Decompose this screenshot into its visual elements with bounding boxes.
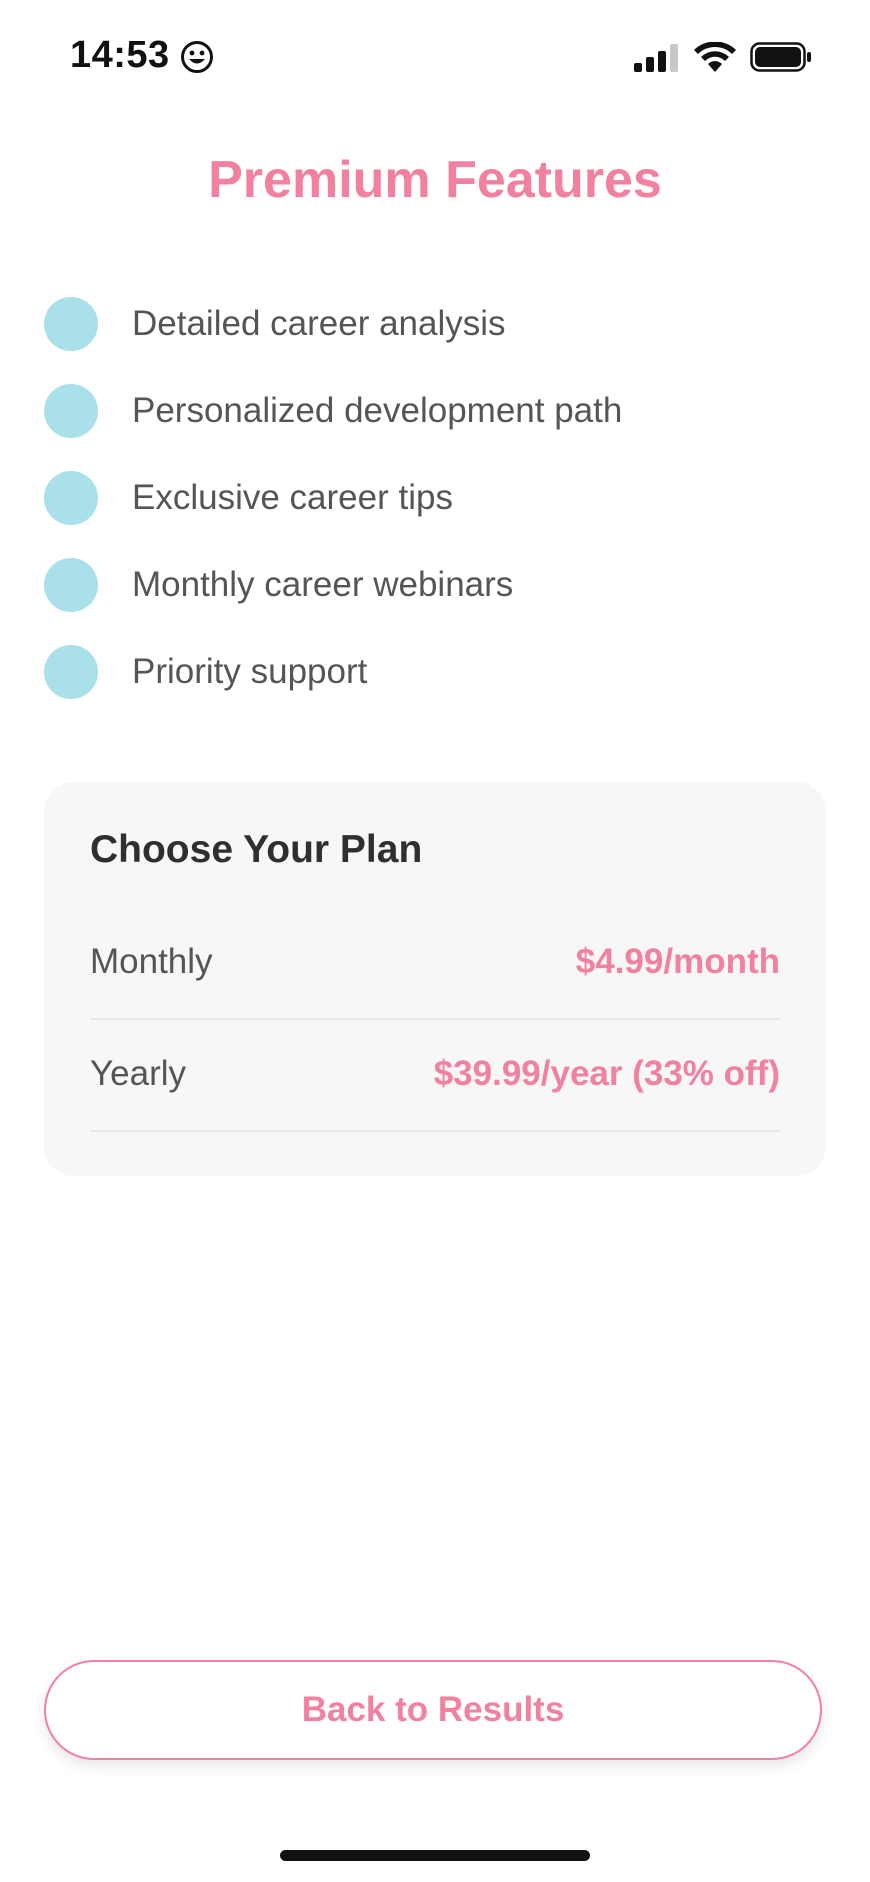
back-to-results-button[interactable]: Back to Results [44, 1660, 822, 1760]
feature-label: Priority support [132, 651, 368, 691]
cellular-signal-icon [634, 44, 678, 72]
bullet-dot-icon [44, 557, 98, 612]
bullet-dot-icon [44, 296, 98, 351]
plan-name: Yearly [90, 1054, 186, 1093]
smiling-face-icon [181, 41, 213, 73]
feature-label: Exclusive career tips [132, 477, 453, 517]
feature-item: Personalized development path [44, 367, 824, 454]
feature-item: Detailed career analysis [44, 280, 824, 367]
plan-card: Choose Your Plan Monthly $4.99/month Yea… [44, 782, 826, 1176]
page-title: Premium Features [208, 151, 662, 209]
bullet-dot-icon [44, 644, 98, 699]
home-indicator[interactable] [280, 1850, 590, 1861]
plan-name: Monthly [90, 942, 213, 981]
status-time: 14:53 [70, 34, 170, 76]
plan-option-monthly[interactable]: Monthly $4.99/month [90, 906, 780, 1020]
bullet-dot-icon [44, 383, 98, 438]
wifi-icon [694, 42, 736, 72]
feature-label: Personalized development path [132, 390, 623, 430]
feature-item: Priority support [44, 628, 824, 715]
bullet-dot-icon [44, 470, 98, 525]
feature-label: Detailed career analysis [132, 303, 506, 343]
feature-item: Monthly career webinars [44, 541, 824, 628]
feature-item: Exclusive career tips [44, 454, 824, 541]
battery-icon [750, 42, 811, 72]
features-list: Detailed career analysis Personalized de… [44, 280, 824, 715]
feature-label: Monthly career webinars [132, 564, 514, 604]
plan-option-yearly[interactable]: Yearly $39.99/year (33% off) [90, 1018, 780, 1132]
plan-title: Choose Your Plan [90, 828, 423, 871]
plan-price: $4.99/month [575, 942, 780, 981]
plan-price: $39.99/year (33% off) [433, 1054, 780, 1093]
status-bar: 14:53 [0, 0, 870, 110]
